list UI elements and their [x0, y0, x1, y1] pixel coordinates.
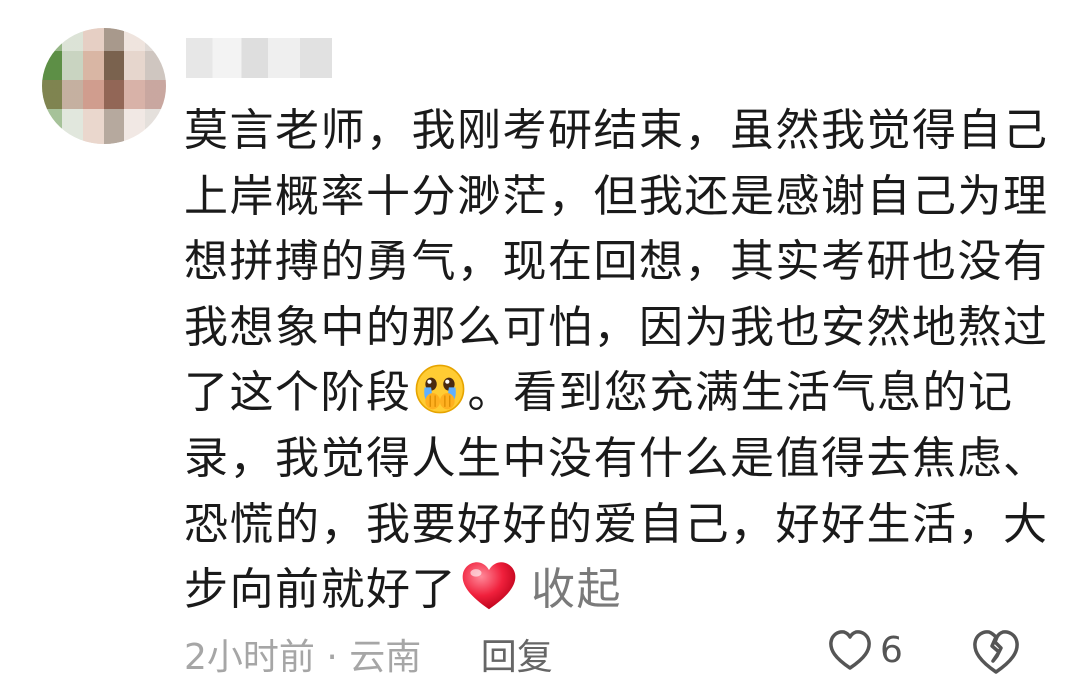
comment-line-segment: 。看到您充满生活气息的记: [467, 367, 1014, 419]
heart-outline-icon[interactable]: [826, 626, 874, 674]
comment-line: 录，我觉得人生中没有什么是值得去焦虑、: [184, 432, 1049, 484]
comment-line: 步向前就好了 收起: [184, 557, 1064, 623]
avatar[interactable]: [42, 28, 166, 144]
broken-heart-icon[interactable]: [970, 626, 1022, 678]
comment-line-segment: 步向前就好了: [184, 564, 457, 616]
comment-line: 上岸概率十分渺茫，但我还是感谢自己为理: [184, 170, 1049, 222]
comment-line: 了这个阶段 。看到您充满生活气息的记: [184, 360, 1064, 426]
comment-text: 莫言老师，我刚考研结束，虽然我觉得自己 上岸概率十分渺茫，但我还是感谢自己为理 …: [184, 98, 1064, 623]
collapse-link[interactable]: 收起: [531, 564, 622, 615]
comment-line: 莫言老师，我刚考研结束，虽然我觉得自己: [184, 105, 1049, 156]
red-heart-emoji: [462, 562, 516, 610]
comment-line: 恐慌的，我要好好的爱自己，好好生活，大: [184, 498, 1049, 550]
reply-button[interactable]: 回复: [481, 637, 553, 678]
crying-face-emoji: [415, 365, 464, 414]
comment-meta: 2小时前 · 云南 回复: [184, 628, 553, 680]
time-location-label: 2小时前 · 云南: [184, 637, 422, 678]
username-blurred[interactable]: [186, 38, 332, 78]
like-count: 6: [880, 630, 903, 671]
comment-line: 我想象中的那么可怕，因为我也安然地熬过: [184, 301, 1049, 353]
comment-line: 想拼搏的勇气，现在回想，其实考研也没有: [184, 236, 1049, 288]
comment-line-segment: 了这个阶段: [184, 367, 412, 419]
